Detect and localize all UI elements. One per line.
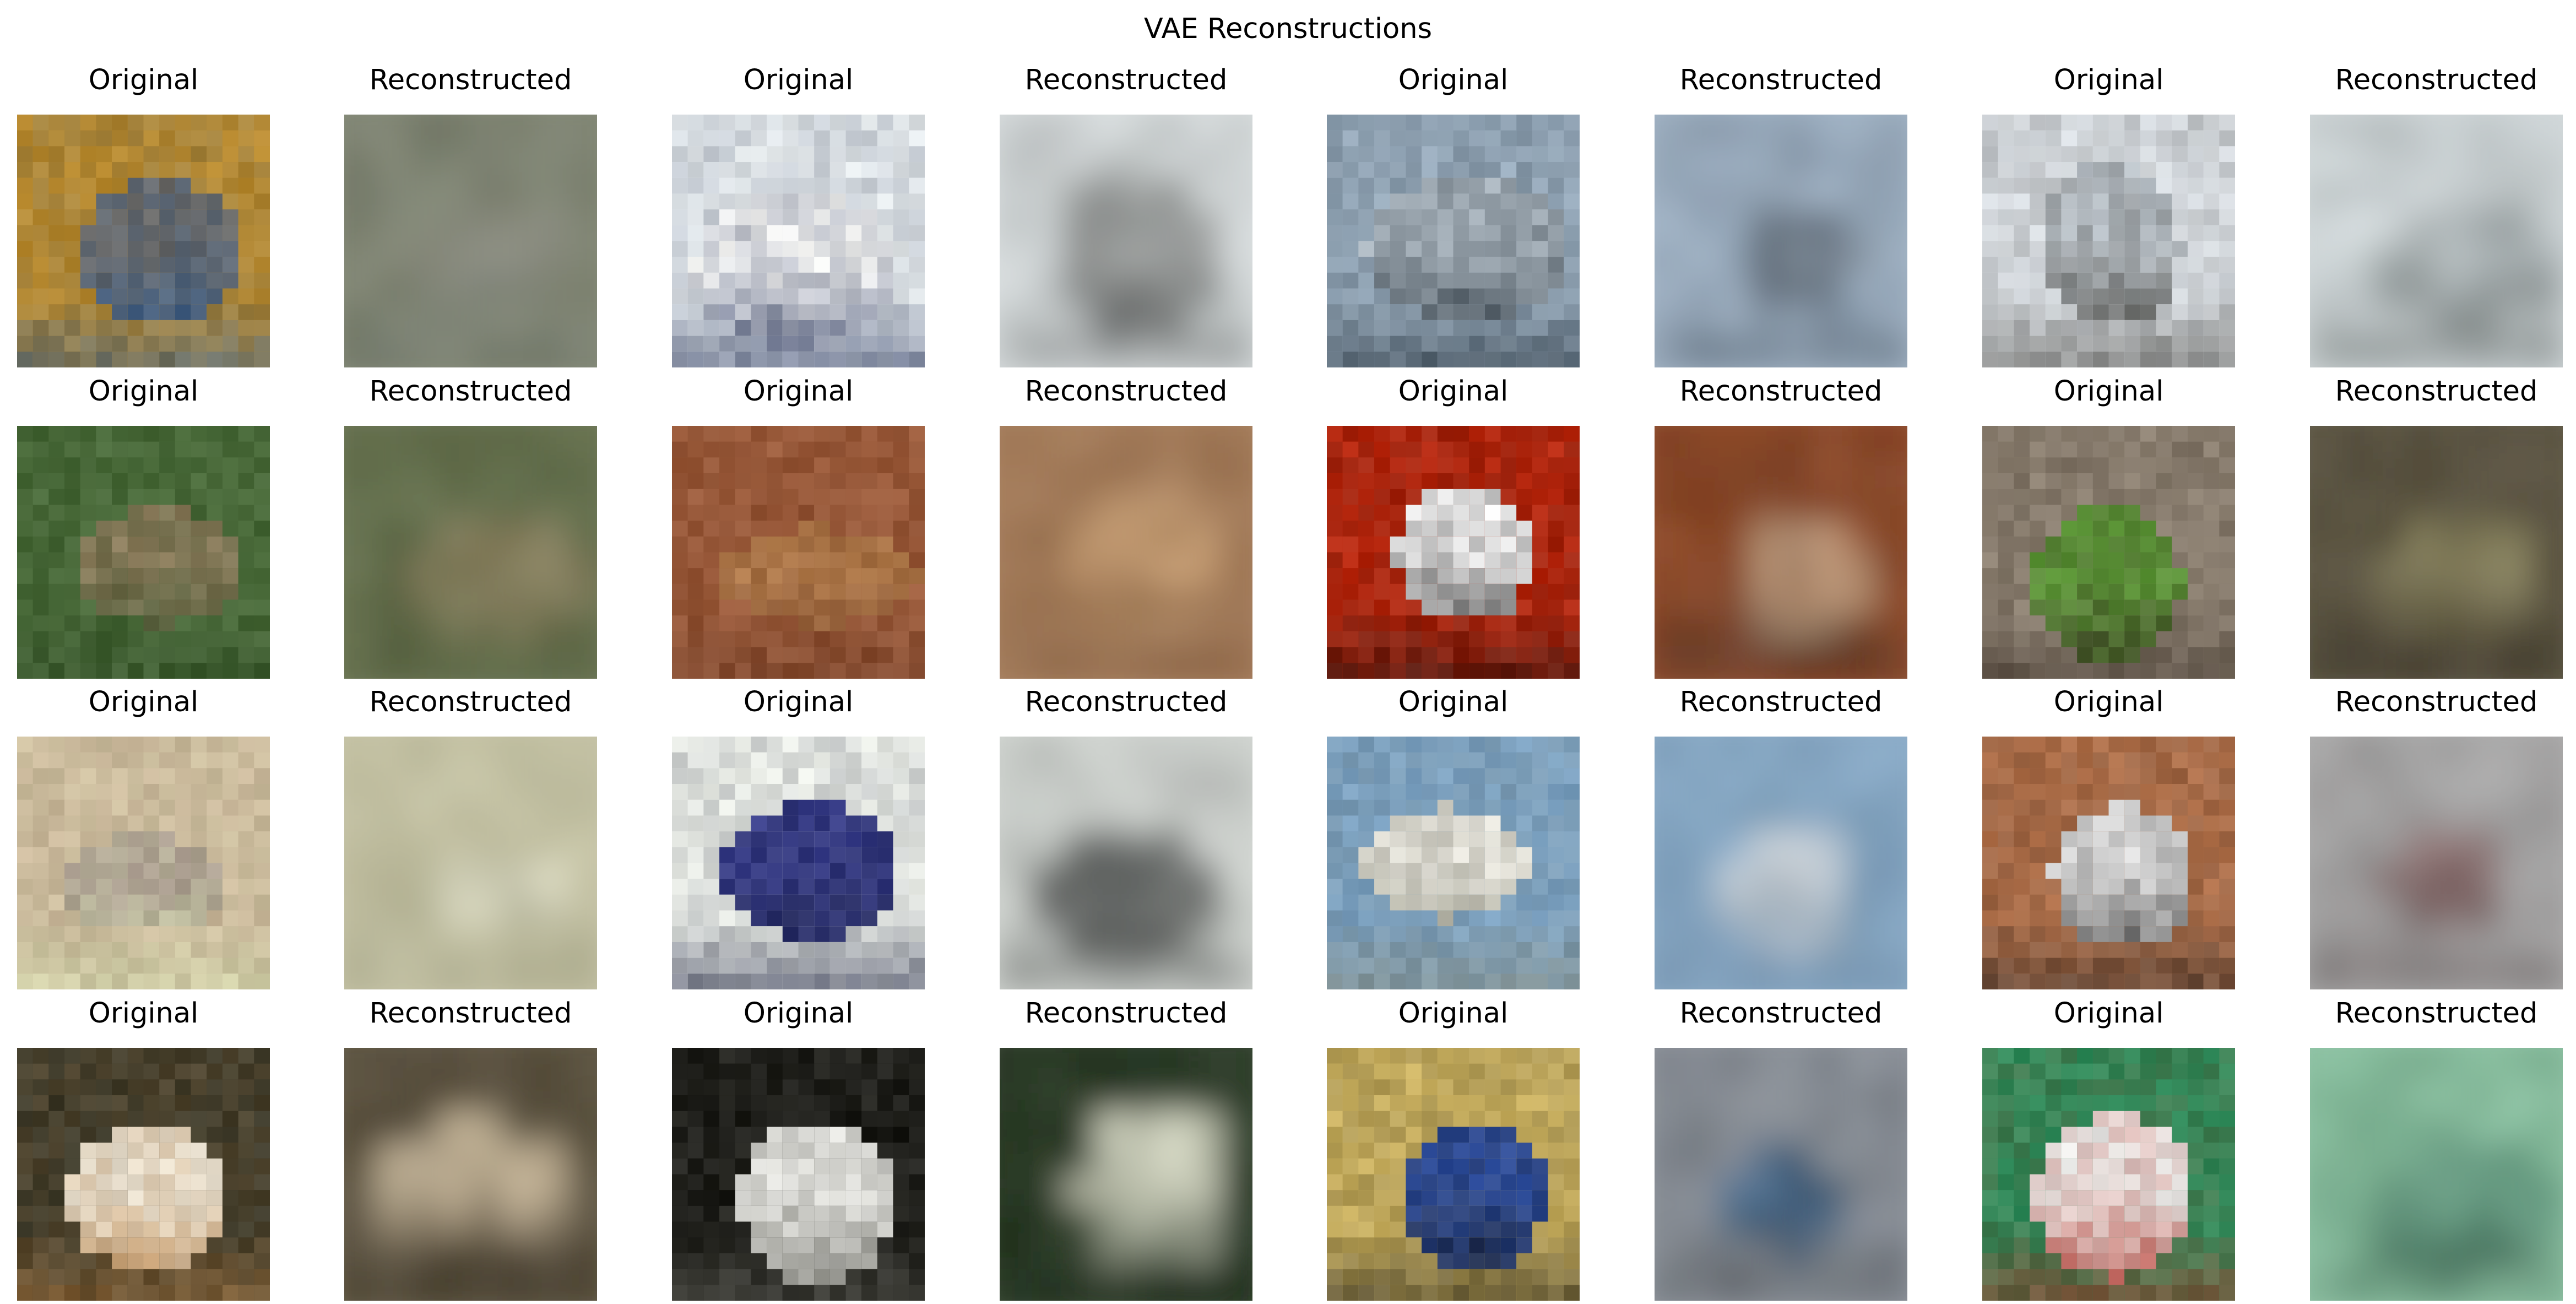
original-panel: Original bbox=[17, 375, 270, 679]
reconstructed-panel: Reconstructed bbox=[344, 375, 597, 679]
original-label: Original bbox=[2053, 686, 2164, 718]
original-image-automobile bbox=[1327, 426, 1580, 679]
original-label: Original bbox=[88, 997, 199, 1030]
original-panel: Original bbox=[672, 375, 925, 679]
reconstructed-panel: Reconstructed bbox=[1655, 375, 1907, 679]
original-image-airplane bbox=[1982, 115, 2235, 367]
reconstructed-image-frog bbox=[344, 426, 597, 679]
reconstructed-panel: Reconstructed bbox=[344, 997, 597, 1301]
original-panel: Original bbox=[1327, 64, 1580, 367]
reconstructed-label: Reconstructed bbox=[2335, 997, 2538, 1030]
original-label: Original bbox=[743, 686, 854, 718]
reconstructed-image-frog bbox=[1000, 426, 1252, 679]
reconstructed-panel: Reconstructed bbox=[1655, 997, 1907, 1301]
reconstructed-label: Reconstructed bbox=[369, 997, 572, 1030]
reconstructed-image-ship bbox=[2310, 1048, 2563, 1301]
original-image-truck bbox=[1982, 737, 2235, 989]
original-panel: Original bbox=[1327, 686, 1580, 989]
reconstructed-panel: Reconstructed bbox=[2310, 375, 2563, 679]
reconstructed-label: Reconstructed bbox=[1024, 686, 1228, 718]
reconstructed-image-ship bbox=[1655, 115, 1907, 367]
reconstructed-label: Reconstructed bbox=[2335, 375, 2538, 408]
original-label: Original bbox=[1398, 997, 1509, 1030]
original-label: Original bbox=[2053, 375, 2164, 408]
original-label: Original bbox=[88, 375, 199, 408]
reconstructed-image-airplane bbox=[2310, 115, 2563, 367]
reconstructed-image-dog bbox=[344, 1048, 597, 1301]
original-image-cat bbox=[17, 115, 270, 367]
original-label: Original bbox=[743, 375, 854, 408]
reconstructed-panel: Reconstructed bbox=[2310, 686, 2563, 989]
reconstructed-panel: Reconstructed bbox=[344, 686, 597, 989]
reconstructed-panel: Reconstructed bbox=[2310, 997, 2563, 1301]
original-panel: Original bbox=[1327, 375, 1580, 679]
original-image-dog bbox=[17, 1048, 270, 1301]
original-panel: Original bbox=[1982, 997, 2235, 1301]
original-image-automobile bbox=[672, 737, 925, 989]
reconstructed-image-truck bbox=[2310, 737, 2563, 989]
original-panel: Original bbox=[1982, 686, 2235, 989]
reconstructed-panel: Reconstructed bbox=[1655, 686, 1907, 989]
reconstructed-image-ship bbox=[1000, 115, 1252, 367]
original-image-ship bbox=[1327, 115, 1580, 367]
original-label: Original bbox=[2053, 997, 2164, 1030]
reconstructed-label: Reconstructed bbox=[369, 64, 572, 96]
original-panel: Original bbox=[17, 64, 270, 367]
original-panel: Original bbox=[1982, 375, 2235, 679]
reconstructed-image-truck bbox=[1655, 1048, 1907, 1301]
reconstructed-label: Reconstructed bbox=[1024, 375, 1228, 408]
reconstructed-panel: Reconstructed bbox=[2310, 64, 2563, 367]
original-label: Original bbox=[1398, 64, 1509, 96]
reconstructed-image-horse bbox=[1000, 1048, 1252, 1301]
original-panel: Original bbox=[1982, 64, 2235, 367]
original-image-frog bbox=[17, 426, 270, 679]
original-panel: Original bbox=[1327, 997, 1580, 1301]
original-label: Original bbox=[88, 64, 199, 96]
original-image-ship bbox=[672, 115, 925, 367]
reconstructed-label: Reconstructed bbox=[369, 375, 572, 408]
original-image-frog bbox=[672, 426, 925, 679]
reconstructed-panel: Reconstructed bbox=[344, 64, 597, 367]
original-label: Original bbox=[1398, 375, 1509, 408]
original-panel: Original bbox=[672, 997, 925, 1301]
original-label: Original bbox=[88, 686, 199, 718]
original-label: Original bbox=[2053, 64, 2164, 96]
original-image-truck bbox=[1327, 1048, 1580, 1301]
reconstructed-image-cat bbox=[344, 737, 597, 989]
reconstructed-image-frog bbox=[2310, 426, 2563, 679]
reconstructed-image-airplane bbox=[1655, 737, 1907, 989]
reconstructed-panel: Reconstructed bbox=[1000, 686, 1252, 989]
reconstructed-label: Reconstructed bbox=[2335, 64, 2538, 96]
reconstructed-panel: Reconstructed bbox=[1000, 64, 1252, 367]
reconstructed-label: Reconstructed bbox=[1024, 64, 1228, 96]
original-image-cat bbox=[17, 737, 270, 989]
reconstructed-panel: Reconstructed bbox=[1000, 375, 1252, 679]
original-panel: Original bbox=[672, 686, 925, 989]
original-image-horse bbox=[672, 1048, 925, 1301]
original-label: Original bbox=[743, 64, 854, 96]
reconstructed-label: Reconstructed bbox=[2335, 686, 2538, 718]
reconstructed-label: Reconstructed bbox=[1024, 997, 1228, 1030]
original-image-frog bbox=[1982, 426, 2235, 679]
reconstructed-image-automobile bbox=[1655, 426, 1907, 679]
reconstructed-panel: Reconstructed bbox=[1655, 64, 1907, 367]
reconstructed-panel: Reconstructed bbox=[1000, 997, 1252, 1301]
original-label: Original bbox=[1398, 686, 1509, 718]
reconstructed-label: Reconstructed bbox=[1679, 997, 1883, 1030]
original-panel: Original bbox=[17, 997, 270, 1301]
original-panel: Original bbox=[672, 64, 925, 367]
original-image-ship bbox=[1982, 1048, 2235, 1301]
reconstructed-label: Reconstructed bbox=[369, 686, 572, 718]
reconstructed-label: Reconstructed bbox=[1679, 686, 1883, 718]
original-panel: Original bbox=[17, 686, 270, 989]
reconstructed-label: Reconstructed bbox=[1679, 375, 1883, 408]
reconstructed-image-cat bbox=[344, 115, 597, 367]
reconstructed-image-automobile bbox=[1000, 737, 1252, 989]
original-label: Original bbox=[743, 997, 854, 1030]
original-image-airplane bbox=[1327, 737, 1580, 989]
figure-title: VAE Reconstructions bbox=[1143, 13, 1433, 45]
reconstructed-label: Reconstructed bbox=[1679, 64, 1883, 96]
